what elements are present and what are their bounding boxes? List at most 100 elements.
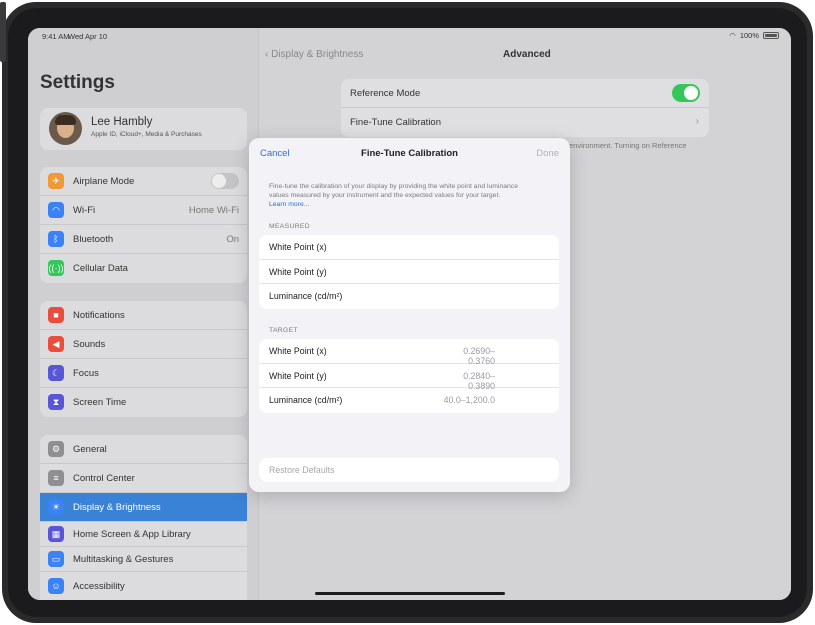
- modal-title: Fine-Tune Calibration: [361, 148, 458, 159]
- sun-icon: ☀: [48, 499, 64, 515]
- target-group: White Point (x) 0.2690–0.3760 White Poin…: [259, 339, 559, 413]
- target-luminance-field[interactable]: Luminance (cd/m²) 40.0–1,200.0: [259, 388, 559, 413]
- wifi-icon: ◠: [48, 202, 64, 218]
- measured-luminance-field[interactable]: Luminance (cd/m²): [259, 284, 559, 309]
- done-button[interactable]: Done: [536, 148, 559, 159]
- sidebar-item-bluetooth[interactable]: ᛒ Bluetooth On: [40, 225, 247, 254]
- status-time: 9:41 AM: [42, 32, 70, 41]
- sidebar-item-control-center[interactable]: ≡ Control Center: [40, 464, 247, 493]
- target-header: TARGET: [269, 327, 298, 334]
- wifi-value: Home Wi-Fi: [188, 205, 239, 216]
- field-label: White Point (x): [269, 346, 327, 356]
- status-bar: 9:41 AM Wed Apr 10 ◠ 100%: [28, 28, 791, 44]
- bluetooth-icon: ᛒ: [48, 231, 64, 247]
- sidebar-item-airplane-mode[interactable]: ✈ Airplane Mode: [40, 167, 247, 196]
- sidebar-item-label: Control Center: [73, 473, 135, 484]
- field-label: Luminance (cd/m²): [269, 291, 343, 301]
- sidebar-item-screen-time[interactable]: ⧗ Screen Time: [40, 388, 247, 417]
- sidebar-title: Settings: [40, 72, 115, 93]
- sidebar-item-label: Wi-Fi: [73, 205, 96, 216]
- cellular-icon: ((·)): [48, 260, 64, 276]
- sidebar-item-cellular-data[interactable]: ((·)) Cellular Data: [40, 254, 247, 283]
- sidebar-item-label: Notifications: [73, 310, 125, 321]
- airplane-mode-toggle[interactable]: [211, 173, 239, 189]
- accessibility-icon: ☺: [48, 578, 64, 594]
- learn-more-link[interactable]: Learn more...: [269, 200, 539, 209]
- general-group: ⚙ General ≡ Control Center ☀ Display & B…: [40, 435, 247, 600]
- cancel-button[interactable]: Cancel: [260, 148, 290, 159]
- page-title: Advanced: [503, 49, 551, 60]
- sidebar-item-label: Accessibility: [73, 581, 125, 592]
- fine-tune-label: Fine-Tune Calibration: [350, 117, 441, 128]
- side-button: [0, 2, 6, 62]
- status-date: Wed Apr 10: [68, 32, 108, 41]
- fine-tune-calibration-sheet: Fine-Tune Calibration Cancel Done Fine-t…: [249, 138, 570, 492]
- profile-card[interactable]: Lee Hambly Apple ID, iCloud+, Media & Pu…: [40, 108, 247, 150]
- sidebar-item-label: Cellular Data: [73, 263, 128, 274]
- ipad-frame: Settings Lee Hambly Apple ID, iCloud+, M…: [0, 2, 813, 623]
- field-placeholder: 40.0–1,200.0: [443, 395, 495, 405]
- sidebar-item-sounds[interactable]: ◀ Sounds: [40, 330, 247, 359]
- settings-sidebar: Settings Lee Hambly Apple ID, iCloud+, M…: [28, 28, 259, 600]
- back-label: Display & Brightness: [271, 49, 364, 60]
- reference-footnote: environment. Turning on Reference: [569, 141, 687, 150]
- hourglass-icon: ⧗: [48, 394, 64, 410]
- sidebar-item-label: Display & Brightness: [73, 502, 161, 513]
- grid-icon: ▦: [48, 526, 64, 542]
- sidebar-item-general[interactable]: ⚙ General: [40, 435, 247, 464]
- field-label: White Point (y): [269, 370, 327, 381]
- field-label: White Point (y): [269, 266, 327, 277]
- sidebar-item-notifications[interactable]: ■ Notifications: [40, 301, 247, 330]
- description-text: Fine-tune the calibration of your displa…: [269, 183, 518, 199]
- bluetooth-value: On: [226, 234, 239, 245]
- restore-defaults-label: Restore Defaults: [269, 465, 335, 475]
- sidebar-item-label: Focus: [73, 368, 99, 379]
- home-indicator[interactable]: [315, 592, 505, 595]
- moon-icon: ☾: [48, 365, 64, 381]
- sidebar-item-label: Home Screen & App Library: [73, 529, 191, 540]
- sidebar-item-multitasking[interactable]: ▭ Multitasking & Gestures: [40, 547, 247, 572]
- notifications-group: ■ Notifications ◀ Sounds ☾ Focus ⧗ Scree…: [40, 301, 247, 417]
- measured-group: White Point (x) White Point (y) Luminanc…: [259, 235, 559, 309]
- sidebar-item-label: Multitasking & Gestures: [73, 554, 174, 565]
- field-label: Luminance (cd/m²): [269, 395, 343, 405]
- sidebar-item-home-screen[interactable]: ▦ Home Screen & App Library: [40, 522, 247, 547]
- battery-percent: 100%: [739, 31, 759, 40]
- battery-icon: [763, 32, 779, 39]
- screen: Settings Lee Hambly Apple ID, iCloud+, M…: [28, 28, 791, 600]
- calibration-description: Fine-tune the calibration of your displa…: [269, 182, 539, 209]
- sidebar-item-wifi[interactable]: ◠ Wi-Fi Home Wi-Fi: [40, 196, 247, 225]
- measured-white-point-y-field[interactable]: White Point (y): [259, 260, 559, 284]
- multitask-icon: ▭: [48, 551, 64, 567]
- profile-name: Lee Hambly: [91, 116, 153, 128]
- restore-defaults-button[interactable]: Restore Defaults: [259, 458, 559, 482]
- target-white-point-y-field[interactable]: White Point (y) 0.2840–0.3890: [259, 364, 559, 391]
- wifi-status-icon: ◠: [729, 31, 736, 40]
- sidebar-item-display-brightness[interactable]: ☀ Display & Brightness: [40, 493, 247, 522]
- sidebar-item-label: Screen Time: [73, 397, 127, 408]
- measured-header: MEASURED: [269, 223, 310, 230]
- bell-icon: ■: [48, 307, 64, 323]
- toggles-icon: ≡: [48, 470, 64, 486]
- target-white-point-x-field[interactable]: White Point (x) 0.2690–0.3760: [259, 339, 559, 366]
- advanced-settings-group: Reference Mode Fine-Tune Calibration ›: [341, 79, 709, 137]
- field-label: White Point (x): [269, 242, 327, 252]
- sidebar-item-label: Bluetooth: [73, 234, 114, 245]
- sidebar-item-accessibility[interactable]: ☺ Accessibility: [40, 572, 247, 600]
- reference-mode-label: Reference Mode: [350, 88, 421, 99]
- reference-mode-row: Reference Mode: [341, 79, 709, 108]
- gear-icon: ⚙: [48, 441, 64, 457]
- sidebar-item-focus[interactable]: ☾ Focus: [40, 359, 247, 388]
- sidebar-item-label: Sounds: [73, 339, 106, 350]
- measured-white-point-x-field[interactable]: White Point (x): [259, 235, 559, 260]
- speaker-icon: ◀: [48, 336, 64, 352]
- fine-tune-calibration-row[interactable]: Fine-Tune Calibration ›: [341, 108, 709, 137]
- connectivity-group: ✈ Airplane Mode ◠ Wi-Fi Home Wi-Fi ᛒ Blu…: [40, 167, 247, 283]
- reference-mode-toggle[interactable]: [672, 84, 700, 102]
- sidebar-item-label: Airplane Mode: [73, 176, 135, 187]
- back-button[interactable]: ‹ Display & Brightness: [265, 49, 363, 60]
- airplane-icon: ✈: [48, 173, 64, 189]
- avatar: [49, 112, 82, 145]
- chevron-right-icon: ›: [695, 116, 699, 127]
- sidebar-item-label: General: [73, 444, 107, 455]
